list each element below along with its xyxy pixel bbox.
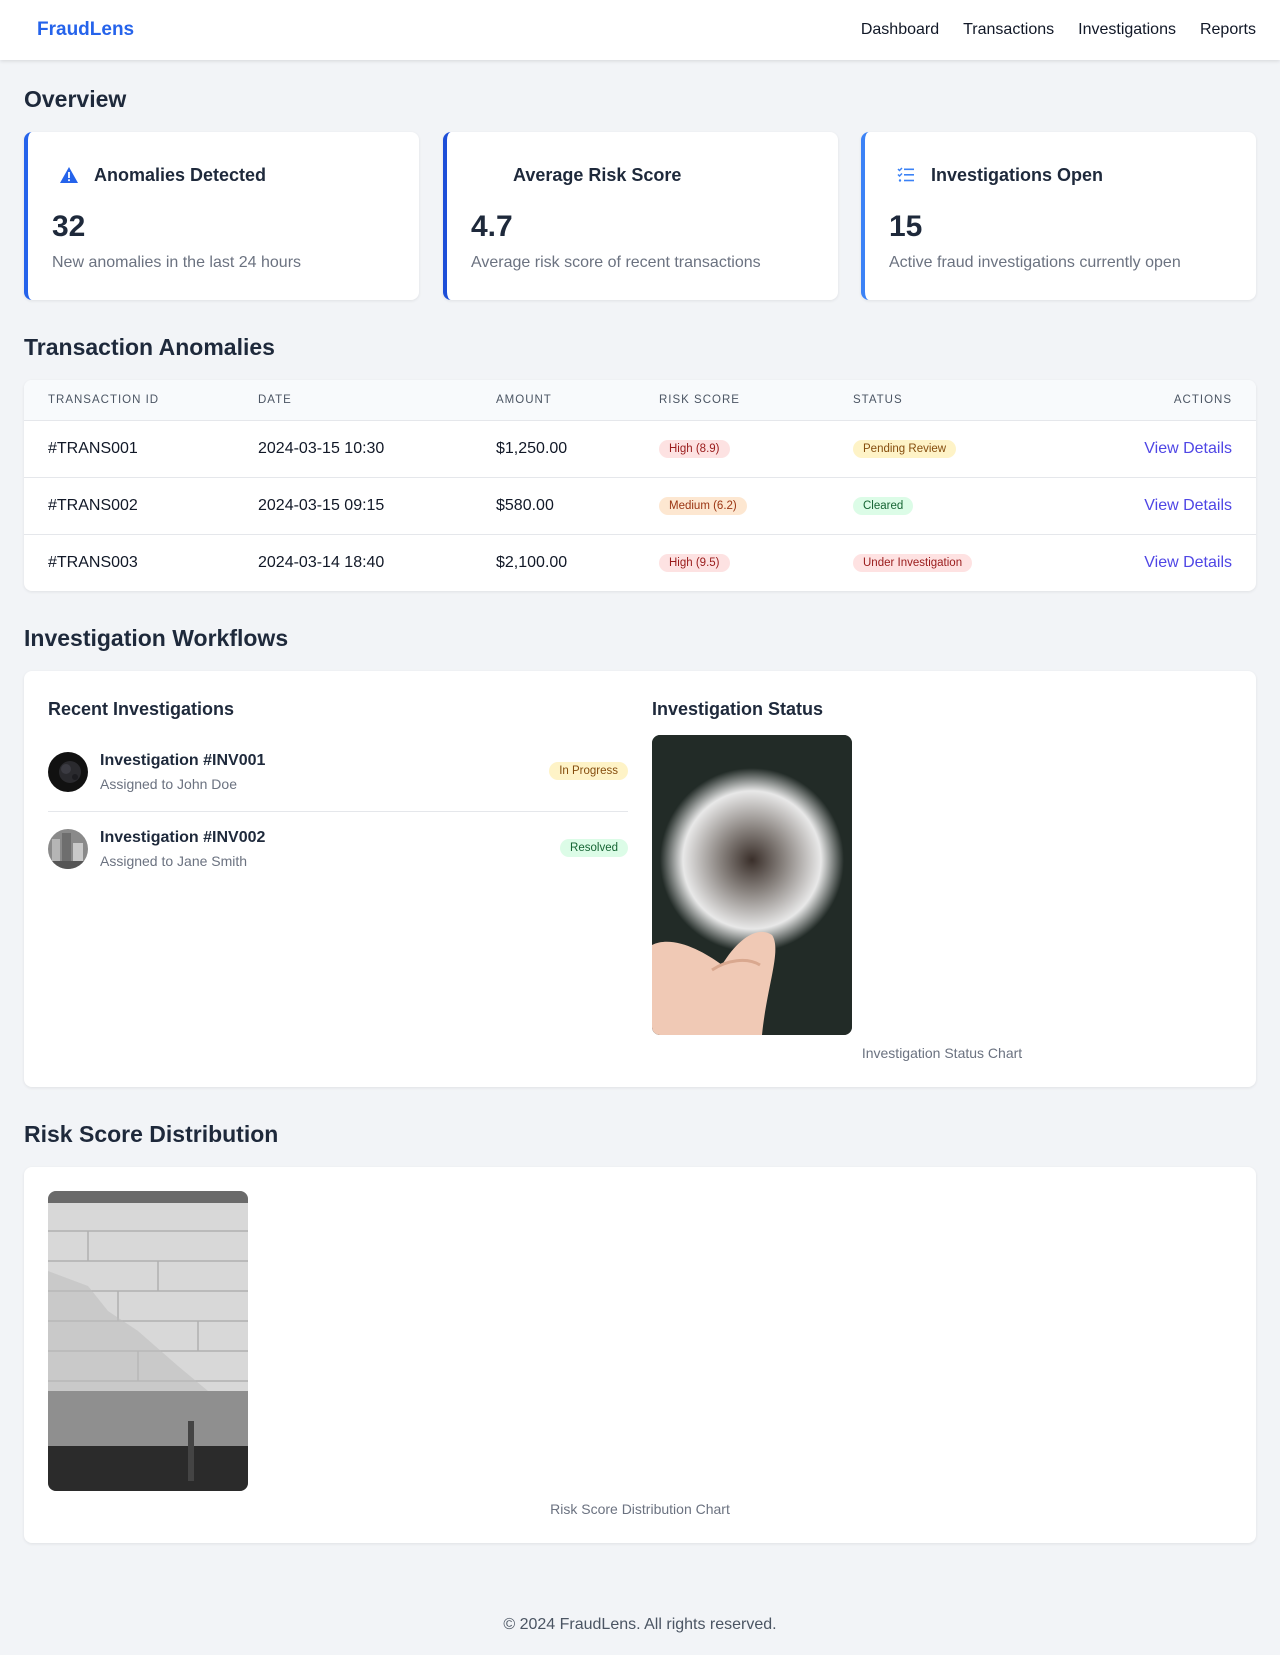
column-header: TRANSACTION ID xyxy=(24,380,234,421)
card-description: Active fraud investigations currently op… xyxy=(889,254,1181,271)
divider xyxy=(48,811,628,812)
status-badge: Cleared xyxy=(853,497,914,515)
view-details-link[interactable]: View Details xyxy=(1144,440,1232,457)
risk-score-card: Average Risk Score 4.7 Average risk scor… xyxy=(443,132,838,300)
warning-triangle-icon xyxy=(58,164,80,186)
card-header: Anomalies Detected xyxy=(58,164,266,186)
transaction-date: 2024-03-15 10:30 xyxy=(258,439,385,457)
transaction-id: #TRANS003 xyxy=(48,553,138,571)
open-investigations-count: 15 xyxy=(889,210,923,243)
transaction-id: #TRANS001 xyxy=(48,439,138,457)
workflows-panel: Recent Investigations Investigation #INV… xyxy=(24,671,1256,1087)
investigation-status-title: Investigation Status xyxy=(652,699,824,719)
risk-distribution-chart-image xyxy=(48,1191,248,1491)
nav-reports[interactable]: Reports xyxy=(1200,21,1256,39)
anomalies-card: Anomalies Detected 32 New anomalies in t… xyxy=(24,132,419,300)
column-header: RISK SCORE xyxy=(635,380,829,421)
avatar xyxy=(48,829,88,869)
recent-investigations-title: Recent Investigations xyxy=(48,699,235,719)
transaction-amount: $2,100.00 xyxy=(496,553,568,571)
card-title: Average Risk Score xyxy=(513,164,682,185)
table-row: #TRANS002 2024-03-15 09:15 $580.00 Mediu… xyxy=(24,477,1256,534)
risk-distribution-panel: Risk Score Distribution Chart xyxy=(24,1167,1256,1543)
transaction-id: #TRANS002 xyxy=(48,496,138,514)
investigation-item[interactable]: Investigation #INV002 Assigned to Jane S… xyxy=(48,817,628,887)
anomalies-title: Transaction Anomalies xyxy=(24,334,275,360)
footer-copyright: © 2024 FraudLens. All rights reserved. xyxy=(503,1616,777,1633)
investigation-status-chart-image xyxy=(652,735,852,1035)
nav-investigations[interactable]: Investigations xyxy=(1078,21,1176,39)
anomalies-count: 32 xyxy=(52,210,86,243)
investigation-name: Investigation #INV001 xyxy=(100,752,266,769)
risk-distribution-caption: Risk Score Distribution Chart xyxy=(550,1501,730,1517)
column-header: AMOUNT xyxy=(472,380,635,421)
card-title: Anomalies Detected xyxy=(94,164,267,185)
card-header: Average Risk Score xyxy=(477,164,681,186)
investigation-assignee: Assigned to Jane Smith xyxy=(100,853,248,869)
risk-badge: Medium (6.2) xyxy=(659,497,747,515)
risk-distribution-title: Risk Score Distribution xyxy=(24,1121,279,1147)
table-header-row: TRANSACTION ID DATE AMOUNT RISK SCORE ST… xyxy=(24,380,1256,421)
view-details-link[interactable]: View Details xyxy=(1144,497,1232,514)
investigation-name: Investigation #INV002 xyxy=(100,829,266,846)
nav-transactions[interactable]: Transactions xyxy=(963,21,1054,39)
transaction-date: 2024-03-15 09:15 xyxy=(258,496,385,514)
table-row: #TRANS003 2024-03-14 18:40 $2,100.00 Hig… xyxy=(24,534,1256,591)
view-details-link[interactable]: View Details xyxy=(1144,554,1232,571)
column-header: STATUS xyxy=(829,380,1049,421)
checklist-icon xyxy=(895,164,917,186)
status-badge: Pending Review xyxy=(853,440,957,458)
workflows-title: Investigation Workflows xyxy=(24,625,289,651)
average-risk-value: 4.7 xyxy=(471,210,513,243)
top-navbar: FraudLens Dashboard Transactions Investi… xyxy=(0,0,1280,60)
transaction-amount: $580.00 xyxy=(496,496,554,514)
transaction-amount: $1,250.00 xyxy=(496,439,568,457)
card-header: Investigations Open xyxy=(895,164,1103,186)
status-badge: Under Investigation xyxy=(853,554,973,573)
avatar xyxy=(48,752,88,792)
risk-badge: High (9.5) xyxy=(659,554,730,573)
investigations-card: Investigations Open 15 Active fraud inve… xyxy=(861,132,1256,300)
card-description: New anomalies in the last 24 hours xyxy=(52,254,302,271)
brand-logo[interactable]: FraudLens xyxy=(37,19,134,41)
nav-dashboard[interactable]: Dashboard xyxy=(861,21,939,39)
investigation-status-caption: Investigation Status Chart xyxy=(861,1045,1023,1061)
investigation-assignee: Assigned to John Doe xyxy=(100,776,237,792)
table-row: #TRANS001 2024-03-15 10:30 $1,250.00 Hig… xyxy=(24,420,1256,477)
status-badge: In Progress xyxy=(549,762,628,780)
investigation-item[interactable]: Investigation #INV001 Assigned to John D… xyxy=(48,740,628,810)
blank-icon xyxy=(477,164,499,186)
main-nav: Dashboard Transactions Investigations Re… xyxy=(861,21,1256,39)
status-badge: Resolved xyxy=(560,839,628,857)
card-title: Investigations Open xyxy=(931,164,1104,185)
transaction-date: 2024-03-14 18:40 xyxy=(258,553,385,571)
risk-badge: High (8.9) xyxy=(659,440,730,458)
column-header: ACTIONS xyxy=(1049,380,1256,421)
overview-title: Overview xyxy=(24,86,127,112)
card-description: Average risk score of recent transaction… xyxy=(471,254,761,271)
anomalies-table: TRANSACTION ID DATE AMOUNT RISK SCORE ST… xyxy=(24,380,1256,591)
column-header: DATE xyxy=(234,380,472,421)
